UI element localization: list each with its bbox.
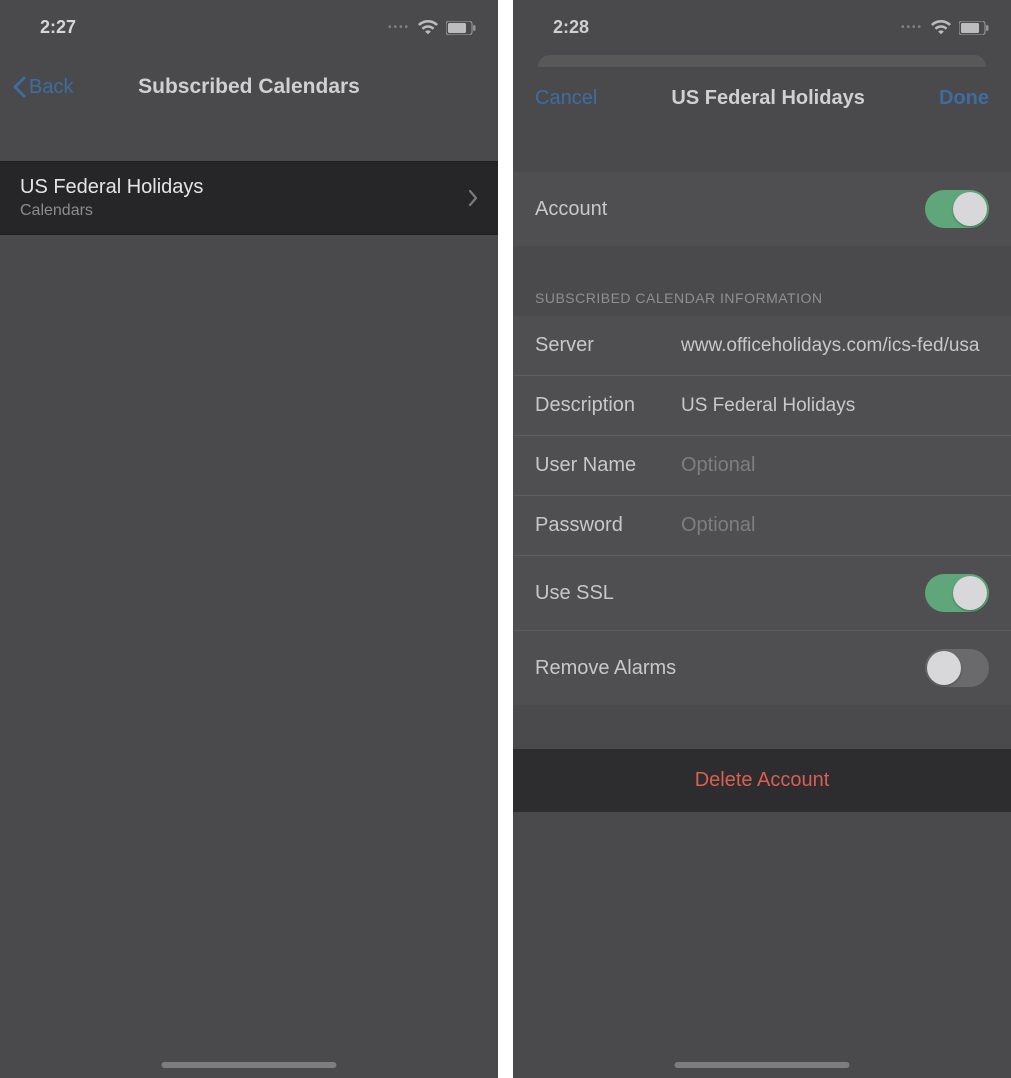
description-label: Description [535,394,681,417]
section-header: SUBSCRIBED CALENDAR INFORMATION [513,290,1011,316]
server-value: www.officeholidays.com/ics-fed/usa [681,335,980,357]
username-label: User Name [535,454,681,477]
description-value: US Federal Holidays [681,395,855,417]
remove-alarms-row: Remove Alarms [513,630,1011,705]
wifi-icon [931,20,951,35]
delete-account-button[interactable]: Delete Account [513,749,1011,812]
description-row[interactable]: Description US Federal Holidays [513,375,1011,435]
account-toggle[interactable] [925,190,989,228]
password-label: Password [535,514,681,537]
battery-icon [959,21,989,35]
status-time: 2:28 [553,17,589,38]
status-bar: 2:27 •••• [0,0,498,55]
done-button[interactable]: Done [939,87,989,110]
username-placeholder: Optional [681,454,756,477]
list-item-subtitle: Calendars [20,202,203,220]
list-item-title: US Federal Holidays [20,176,203,199]
status-icons: •••• [901,20,989,35]
chevron-left-icon [12,76,27,98]
modal-header: Cancel US Federal Holidays Done [513,67,1011,134]
password-placeholder: Optional [681,514,756,537]
sheet-backdrop [538,55,986,67]
wifi-icon [418,20,438,35]
home-indicator[interactable] [162,1062,337,1068]
status-time: 2:27 [40,17,76,38]
home-indicator[interactable] [675,1062,850,1068]
account-label: Account [535,198,607,221]
account-row: Account [513,172,1011,246]
modal-title: US Federal Holidays [671,87,864,110]
cellular-icon: •••• [388,22,410,33]
status-icons: •••• [388,20,476,35]
server-row[interactable]: Server www.officeholidays.com/ics-fed/us… [513,316,1011,375]
username-row[interactable]: User Name Optional [513,435,1011,495]
right-screen: 2:28 •••• Cancel US Federal Holidays Don… [513,0,1011,1078]
use-ssl-row: Use SSL [513,555,1011,630]
cellular-icon: •••• [901,22,923,33]
page-title: Subscribed Calendars [0,75,498,99]
use-ssl-toggle[interactable] [925,574,989,612]
server-label: Server [535,334,681,357]
remove-alarms-toggle[interactable] [925,649,989,687]
status-bar: 2:28 •••• [513,0,1011,55]
cancel-button[interactable]: Cancel [535,87,597,110]
nav-header: Back Subscribed Calendars [0,55,498,119]
back-label: Back [29,76,73,99]
chevron-right-icon [468,189,478,207]
back-button[interactable]: Back [12,76,73,99]
use-ssl-label: Use SSL [535,582,614,605]
battery-icon [446,21,476,35]
left-screen: 2:27 •••• Back Subscribed Calendars US F… [0,0,498,1078]
password-row[interactable]: Password Optional [513,495,1011,555]
remove-alarms-label: Remove Alarms [535,657,676,680]
calendar-list-item[interactable]: US Federal Holidays Calendars [0,161,498,235]
